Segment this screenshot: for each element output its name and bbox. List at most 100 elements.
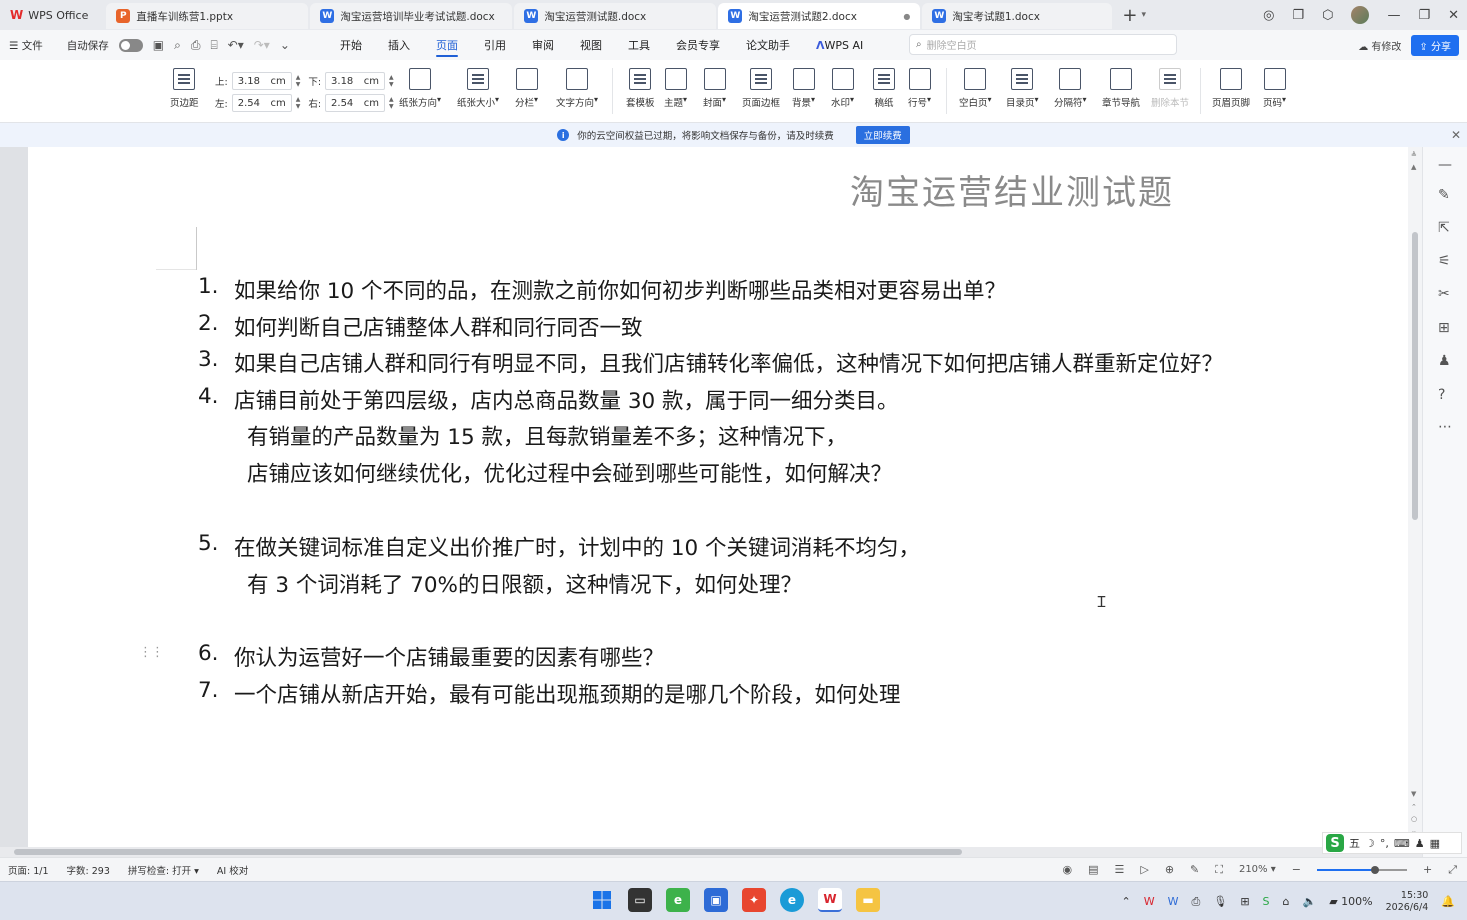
save-icon[interactable]: ▣ [153,38,164,52]
ribbon-button[interactable]: 主题 ▾ [664,68,687,109]
windows-start-icon[interactable] [590,888,614,912]
edit-pen-icon[interactable]: ✎ [1438,187,1450,203]
horizontal-scroll-thumb[interactable] [14,849,962,855]
play-icon[interactable]: ▷ [1140,863,1148,876]
top-margin-field[interactable]: 3.18 cm [231,72,292,90]
file-explorer-icon[interactable]: ▬ [856,888,880,912]
ribbon-button[interactable]: 套模板 [626,68,655,109]
ribbon-button[interactable]: 背景 ▾ [792,68,815,109]
wps-cloud-tray-icon[interactable]: W [1168,895,1179,908]
format-painter-icon[interactable]: ⌕ [174,38,181,53]
outline-view-icon[interactable]: ☰ [1114,863,1124,876]
horizontal-scrollbar[interactable] [0,847,1422,857]
ime-mode-label[interactable]: 五 [1349,835,1360,851]
document-tab[interactable]: W 淘宝运营测试题.docx [514,3,717,29]
menu-tab[interactable]: 审阅 [532,30,554,60]
microphone-icon[interactable]: 🎙 [1213,895,1227,908]
page-count[interactable]: 页面: 1/1 [8,863,49,877]
print-icon[interactable]: ⎙ [191,38,201,53]
fullscreen-icon[interactable]: ⤢ [1448,863,1457,877]
scroll-up-icon[interactable]: ▲ [1411,163,1416,171]
document-tab[interactable]: W 淘宝考试题1.docx [922,3,1113,29]
share-button[interactable]: ⇪ 分享 [1411,34,1459,56]
bottom-margin-field[interactable]: 3.18 cm [325,72,386,90]
restore-icon[interactable]: ❐ [1418,8,1430,23]
left-margin-field[interactable]: 2.54 cm [231,94,292,112]
top-margin-stepper[interactable]: ▲ ▼ [296,74,301,88]
sogou-tray-icon[interactable]: S [1263,895,1270,908]
zoom-out-icon[interactable]: − [1292,863,1301,876]
ime-tray-icon[interactable]: ⊞ [1240,895,1249,908]
printer-tray-icon[interactable]: ⎙ [1192,895,1201,909]
vertical-scrollbar[interactable]: ≜ ▲ ▼ ⌃ ○ ⌄ [1408,147,1422,847]
cube-icon[interactable]: ⬡ [1322,8,1333,23]
tools-icon[interactable]: ✂ [1438,286,1450,302]
word-count[interactable]: 字数: 293 [67,863,110,877]
page-view-icon[interactable]: ▤ [1088,863,1098,876]
scroll-top-icon[interactable]: ≜ [1411,151,1417,159]
ribbon-button[interactable]: 纸张大小 ▾ [457,68,499,109]
ribbon-button[interactable]: 分栏 ▾ [515,68,538,109]
vertical-scroll-thumb[interactable] [1412,232,1418,520]
shirt-icon[interactable]: ♟ [1438,353,1451,369]
ribbon-button[interactable]: 分隔符 ▾ [1054,68,1087,109]
color-wheel-icon[interactable]: ◎ [1263,8,1274,23]
ribbon-button[interactable]: 空白页 ▾ [959,68,992,109]
keyboard-icon[interactable]: ⌨ [1394,837,1410,850]
sogou-logo-icon[interactable]: S [1326,834,1344,852]
menu-tab[interactable]: 视图 [580,30,602,60]
document-tab[interactable]: W 淘宝运营测试题2.docx ● [718,3,921,29]
menu-tab[interactable]: 开始 [340,30,362,60]
redo-icon[interactable]: ↷▾ [254,38,270,52]
eye-icon[interactable]: ◉ [1062,863,1072,876]
store-icon[interactable]: ▣ [704,888,728,912]
menu-tab[interactable]: 工具 [628,30,650,60]
clock[interactable]: 15:30 2026/6/4 [1386,890,1429,914]
zoom-slider[interactable] [1316,865,1407,874]
search-input[interactable]: ⌕ 删除空白页 [909,34,1177,55]
ribbon-button[interactable]: 稿纸 [873,68,895,109]
renew-button[interactable]: 立即续费 [855,126,910,144]
task-view-icon[interactable]: ▭ [628,888,652,912]
new-tab-plus-icon[interactable]: + [1122,5,1137,26]
help-icon[interactable]: ? [1438,387,1445,403]
zoom-in-icon[interactable]: + [1423,863,1432,876]
tray-chevron-icon[interactable]: ⌃ [1122,895,1131,908]
browser-e-icon[interactable]: e [666,888,690,912]
app-red-icon[interactable]: ✦ [742,888,766,912]
minimize-icon[interactable]: — [1387,8,1400,23]
wps-tray-icon[interactable]: W [1144,895,1155,908]
margins-button[interactable]: 页边距 [170,68,199,109]
avatar[interactable] [1351,6,1370,24]
ribbon-button[interactable]: 页眉页脚 [1212,68,1250,109]
document-tab[interactable]: W 淘宝运营培训毕业考试试题.docx [310,3,513,29]
ribbon-button[interactable]: 水印 ▾ [831,68,854,109]
ribbon-button[interactable]: 行号 ▾ [908,68,931,109]
print-preview-icon[interactable]: ⌸ [210,38,217,53]
battery-status[interactable]: ▰ 100% [1329,895,1372,908]
pen-icon[interactable]: ✎ [1190,863,1199,876]
user-icon[interactable]: ♟ [1415,837,1425,850]
collapse-icon[interactable]: — [1438,157,1452,173]
wps-taskbar-icon[interactable]: W [818,888,842,912]
autosave-toggle[interactable] [118,38,143,52]
paragraph-drag-handle-icon[interactable]: ⋮⋮ [139,645,164,660]
ribbon-button[interactable]: 页码 ▾ [1263,68,1286,109]
left-margin-stepper[interactable]: ▲ ▼ [296,96,301,110]
web-view-icon[interactable]: ⊕ [1165,863,1174,876]
fit-page-icon[interactable]: ⛶ [1215,863,1223,877]
punctuation-icon[interactable]: °, [1380,837,1389,850]
page-dot-icon[interactable]: ○ [1411,815,1417,823]
close-icon[interactable]: ✕ [1448,8,1459,23]
spell-check-status[interactable]: 拼写检查: 打开 ▾ [128,863,199,877]
prev-page-icon[interactable]: ⌃ [1411,803,1417,811]
ribbon-button[interactable]: 页面边框 [742,68,780,109]
ai-proofread[interactable]: AI 校对 [217,863,248,877]
translate-icon[interactable]: ⊞ [1438,320,1450,336]
wps-ai-menu[interactable]: Λ WPS AI [816,30,863,60]
tab-list-chevron-icon[interactable]: ▾ [1141,10,1146,20]
ribbon-button[interactable]: 章节导航 [1102,68,1140,109]
edge-icon[interactable]: e [780,888,804,912]
ribbon-button[interactable]: 纸张方向 ▾ [399,68,441,109]
wps-home-tab[interactable]: W WPS Office [0,2,98,28]
